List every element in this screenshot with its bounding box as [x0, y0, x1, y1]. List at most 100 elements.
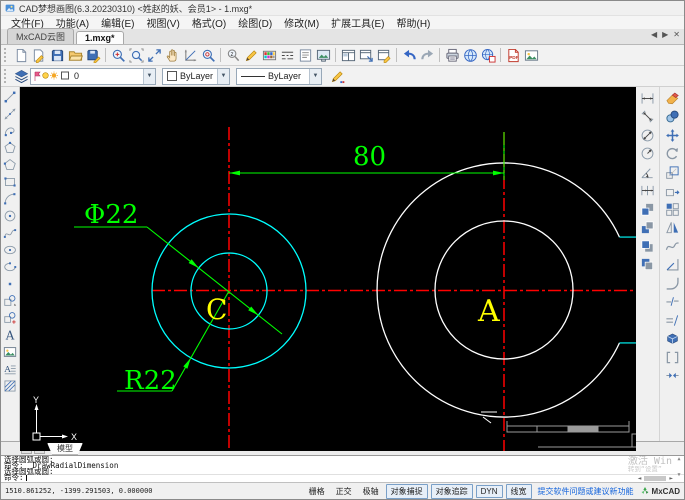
draworder-above-button[interactable]	[638, 237, 656, 255]
command-window[interactable]: 选择圆弧或圆: 命令: _DrawRadialDimension 选择圆弧或圆: 命令…	[1, 455, 684, 482]
extend-button[interactable]	[663, 256, 681, 274]
zoom-extents-button[interactable]	[145, 46, 163, 64]
fillet-button[interactable]	[663, 274, 681, 292]
dim-linear-button[interactable]	[638, 89, 656, 107]
save-as-button[interactable]	[84, 46, 102, 64]
toggle-对象捕捉[interactable]: 对象捕捉	[385, 483, 428, 499]
monitor-button[interactable]	[314, 46, 332, 64]
window-tile-button[interactable]	[339, 46, 357, 64]
linetype-button[interactable]	[278, 46, 296, 64]
dim-aligned-button[interactable]	[638, 108, 656, 126]
linetype-dropdown-arrow[interactable]: ▼	[309, 68, 321, 84]
document-tab-0[interactable]: MxCAD云图	[7, 28, 74, 44]
text-button[interactable]: A	[1, 326, 18, 343]
color-dropdown-arrow[interactable]: ▼	[217, 68, 229, 84]
rotate-button[interactable]	[663, 145, 681, 163]
spline-edit-button[interactable]	[663, 237, 681, 255]
scale-button[interactable]	[663, 163, 681, 181]
dim-diameter-button[interactable]	[638, 126, 656, 144]
insert-block-button[interactable]	[1, 292, 18, 309]
move-button[interactable]	[663, 126, 681, 144]
drawing-canvas[interactable]: 80 Φ22 R22 C A Y X	[19, 87, 636, 451]
copy-button[interactable]	[663, 108, 681, 126]
feedback-link[interactable]: 提交软件问题或建议新功能	[538, 486, 634, 497]
explode-button[interactable]	[663, 330, 681, 348]
layer-dropdown-arrow[interactable]: ▼	[143, 68, 155, 84]
pdf-export-button[interactable]: PDF	[504, 46, 522, 64]
zoom-circle-button[interactable]	[199, 46, 217, 64]
menu-item-7[interactable]: 扩展工具(E)	[325, 15, 390, 30]
image-export-button[interactable]	[522, 46, 540, 64]
image-button[interactable]	[1, 343, 18, 360]
draworder-front-button[interactable]	[638, 200, 656, 218]
hatch-button[interactable]	[1, 377, 18, 394]
new-file-button[interactable]	[12, 46, 30, 64]
axes-button[interactable]	[181, 46, 199, 64]
menu-item-6[interactable]: 修改(M)	[278, 15, 325, 30]
redo-button[interactable]	[418, 46, 436, 64]
mtext-button[interactable]: A	[1, 360, 18, 377]
palette-button[interactable]	[260, 46, 278, 64]
drawing-canvas-container[interactable]: 80 Φ22 R22 C A Y X	[19, 87, 636, 451]
dim-phi22-text[interactable]: Φ22	[84, 200, 138, 230]
dim-radius-button[interactable]	[638, 145, 656, 163]
color-select[interactable]: ByLayer ▼	[162, 67, 230, 85]
mirror-button[interactable]	[663, 219, 681, 237]
save-button[interactable]	[48, 46, 66, 64]
arc-button[interactable]	[1, 190, 18, 207]
zoom-window-button[interactable]	[127, 46, 145, 64]
draworder-back-button[interactable]	[638, 219, 656, 237]
undo-button[interactable]	[400, 46, 418, 64]
window-arrow-button[interactable]	[357, 46, 375, 64]
circle-button[interactable]	[1, 207, 18, 224]
menu-item-2[interactable]: 编辑(E)	[95, 15, 140, 30]
menu-item-3[interactable]: 视图(V)	[140, 15, 185, 30]
command-horizontal-scrollbar[interactable]: ◄ ►	[638, 475, 673, 482]
ellipse-button[interactable]	[1, 241, 18, 258]
find-button[interactable]: z	[224, 46, 242, 64]
command-prompt[interactable]: 命令:	[4, 474, 684, 482]
print-button[interactable]	[443, 46, 461, 64]
toggle-DYN[interactable]: DYN	[475, 484, 503, 498]
draworder-below-button[interactable]	[638, 256, 656, 274]
dim-angular-button[interactable]	[638, 163, 656, 181]
polygon-button[interactable]	[1, 139, 18, 156]
dim-80-text[interactable]: 80	[353, 142, 386, 172]
document-tab-1[interactable]: 1.mxg*	[76, 31, 124, 44]
draw-properties-button[interactable]	[328, 67, 346, 85]
layers-button[interactable]	[12, 67, 30, 85]
pan-button[interactable]	[163, 46, 181, 64]
divide-button[interactable]	[663, 311, 681, 329]
erase-button[interactable]	[663, 89, 681, 107]
spline-button[interactable]	[1, 224, 18, 241]
pencil-button[interactable]	[242, 46, 260, 64]
layer-select[interactable]: 0 ▼	[30, 67, 156, 85]
globe-page-button[interactable]	[479, 46, 497, 64]
menu-item-5[interactable]: 绘图(D)	[232, 15, 278, 30]
toggle-正交[interactable]: 正交	[332, 485, 356, 498]
globe-button[interactable]	[461, 46, 479, 64]
toggle-栅格[interactable]: 栅格	[305, 485, 329, 498]
tab-close-button[interactable]: ✕	[673, 30, 680, 39]
tab-scroll-right-button[interactable]: ▶	[662, 30, 668, 39]
point-button[interactable]	[1, 275, 18, 292]
stretch-button[interactable]	[663, 182, 681, 200]
open-folder-button[interactable]	[66, 46, 84, 64]
xline-button[interactable]	[1, 105, 18, 122]
array-button[interactable]	[663, 200, 681, 218]
toggle-极轴[interactable]: 极轴	[359, 485, 383, 498]
command-vertical-scrollbar[interactable]: ▲ ▼	[675, 456, 683, 479]
dim-r22-text[interactable]: R22	[124, 366, 177, 396]
dim-continue-button[interactable]	[638, 182, 656, 200]
toggle-线宽[interactable]: 线宽	[505, 483, 532, 499]
window-edit-button[interactable]	[375, 46, 393, 64]
join-button[interactable]	[663, 367, 681, 385]
clip-button[interactable]	[663, 348, 681, 366]
zoom-in-button[interactable]	[109, 46, 127, 64]
text-page-button[interactable]	[296, 46, 314, 64]
polyline-button[interactable]	[1, 122, 18, 139]
open-edit-button[interactable]	[30, 46, 48, 64]
toggle-对象追踪[interactable]: 对象追踪	[430, 483, 473, 499]
model-tab[interactable]: 模型	[47, 442, 83, 455]
tab-scroll-left-button[interactable]: ◀	[651, 30, 657, 39]
